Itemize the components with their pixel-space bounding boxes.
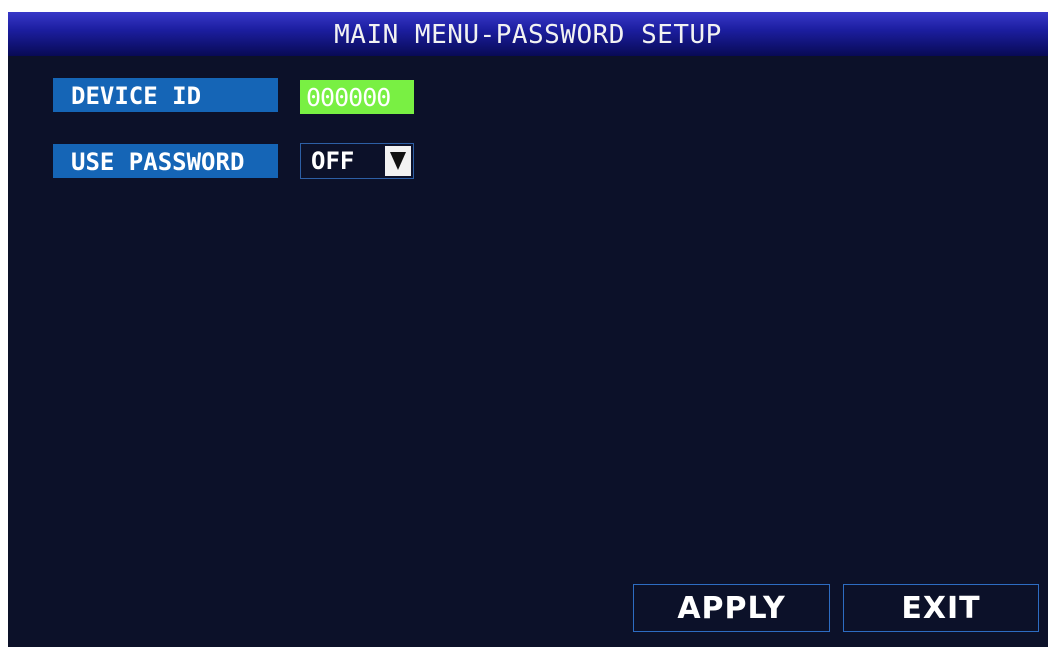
title-bar: MAIN MENU-PASSWORD SETUP (8, 12, 1048, 56)
chevron-down-icon (390, 152, 406, 170)
page-title: MAIN MENU-PASSWORD SETUP (334, 20, 722, 50)
use-password-dropdown[interactable]: OFF (300, 143, 414, 179)
apply-button[interactable]: APPLY (633, 584, 830, 632)
password-setup-screen: MAIN MENU-PASSWORD SETUP DEVICE ID 00000… (8, 12, 1048, 647)
use-password-value: OFF (311, 147, 355, 175)
dropdown-arrow-button[interactable] (385, 146, 411, 176)
device-id-field[interactable]: 000000 (300, 80, 414, 114)
exit-button[interactable]: EXIT (843, 584, 1039, 632)
use-password-label: USE PASSWORD (53, 144, 278, 178)
device-id-label: DEVICE ID (53, 78, 278, 112)
